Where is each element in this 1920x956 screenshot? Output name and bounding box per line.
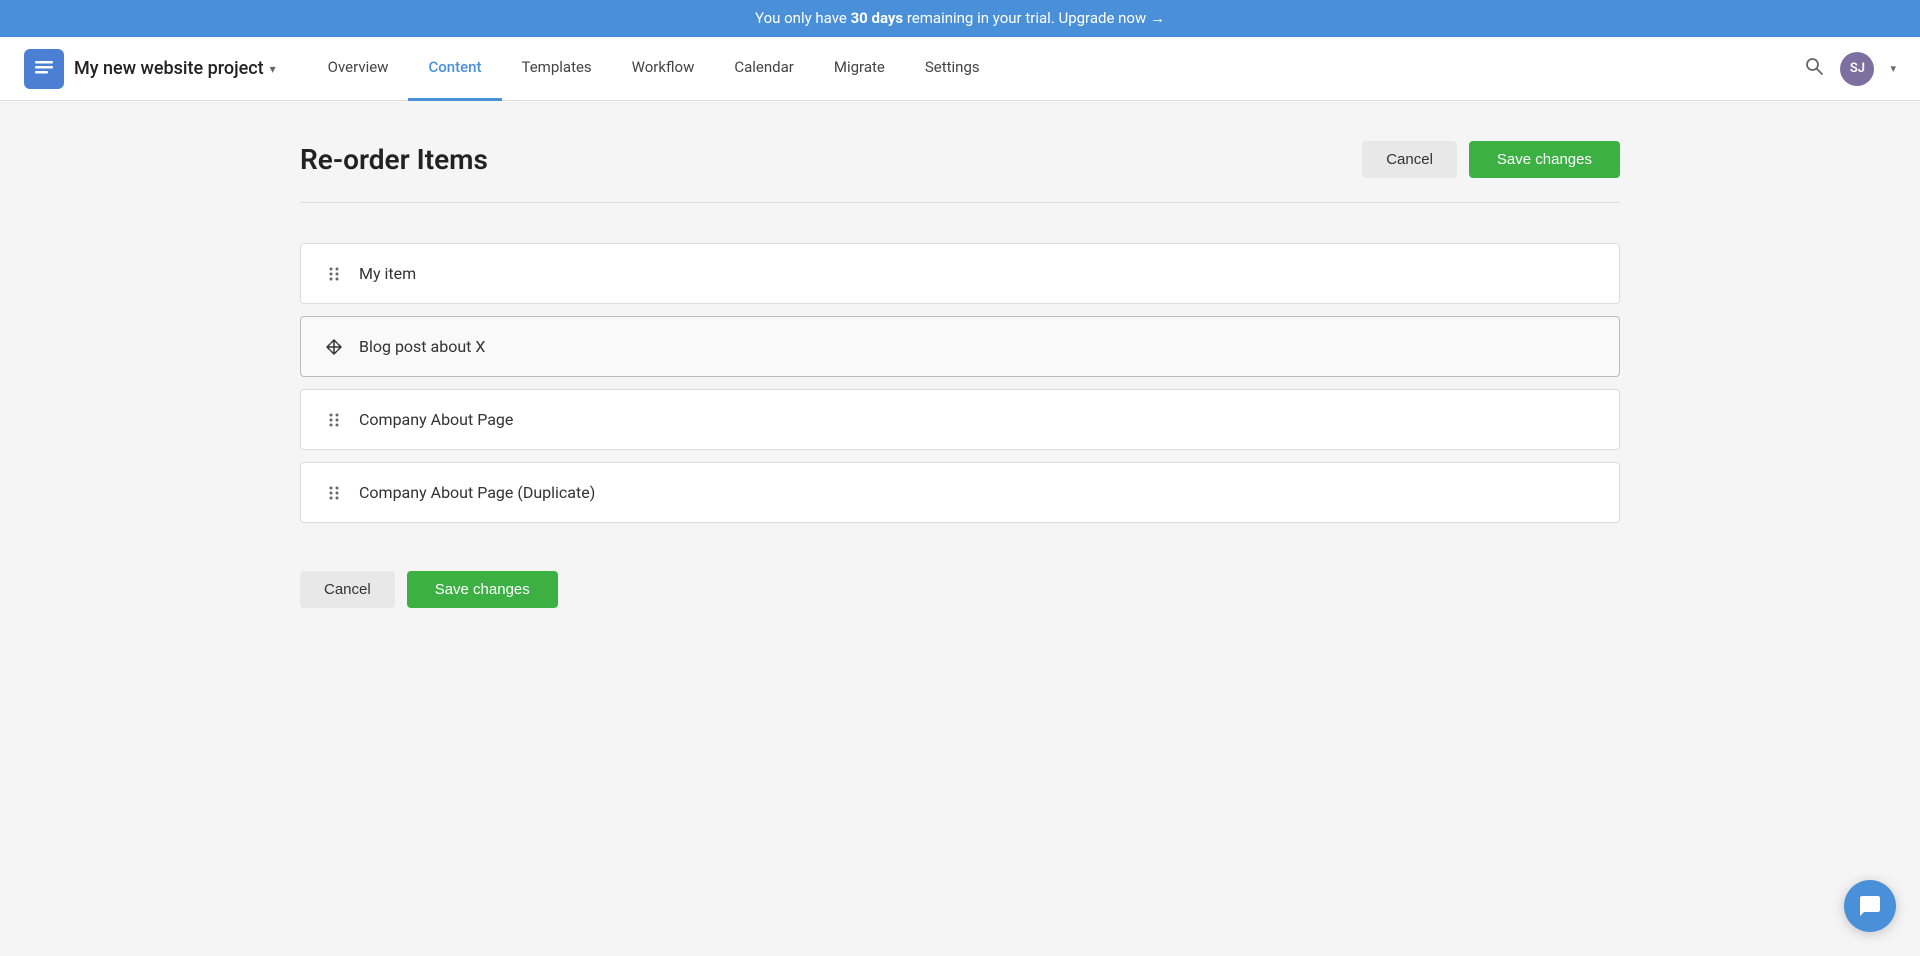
logo-area: My new website project ▾ — [24, 49, 276, 89]
logo-icon — [24, 49, 64, 89]
nav-item-calendar[interactable]: Calendar — [714, 37, 814, 101]
nav-item-templates[interactable]: Templates — [502, 37, 612, 101]
save-changes-button-bottom[interactable]: Save changes — [407, 571, 558, 608]
header-right: SJ ▾ — [1804, 52, 1896, 86]
divider — [300, 202, 1620, 203]
nav-item-content[interactable]: Content — [408, 37, 501, 101]
search-icon[interactable] — [1804, 56, 1824, 81]
page-title: Re-order Items — [300, 143, 488, 176]
banner-highlight: 30 days — [851, 9, 904, 27]
chat-widget[interactable] — [1844, 880, 1896, 932]
page-header: Re-order Items Cancel Save changes — [300, 141, 1620, 178]
nav-item-settings[interactable]: Settings — [905, 37, 1000, 101]
banner-suffix: remaining in your trial. Upgrade now → — [903, 9, 1165, 27]
header-actions: Cancel Save changes — [1362, 141, 1620, 178]
list-item-label: Company About Page (Duplicate) — [359, 483, 595, 502]
bottom-actions: Cancel Save changes — [300, 571, 1620, 608]
items-list: My item Blog post about X — [300, 243, 1620, 523]
drag-handle-icon[interactable] — [325, 338, 343, 356]
list-item-label: My item — [359, 264, 416, 283]
main-content: Re-order Items Cancel Save changes My it… — [240, 101, 1680, 648]
save-changes-button-top[interactable]: Save changes — [1469, 141, 1620, 178]
nav-item-workflow[interactable]: Workflow — [612, 37, 715, 101]
header: My new website project ▾ Overview Conten… — [0, 37, 1920, 101]
list-item[interactable]: Blog post about X — [300, 316, 1620, 377]
cancel-button-top[interactable]: Cancel — [1362, 141, 1457, 178]
nav-item-migrate[interactable]: Migrate — [814, 37, 905, 101]
main-nav: Overview Content Templates Workflow Cale… — [308, 37, 1805, 101]
project-name[interactable]: My new website project ▾ — [74, 58, 276, 79]
list-item[interactable]: Company About Page (Duplicate) — [300, 462, 1620, 523]
list-item[interactable]: Company About Page — [300, 389, 1620, 450]
list-item[interactable]: My item — [300, 243, 1620, 304]
list-item-label: Blog post about X — [359, 337, 485, 356]
avatar-chevron[interactable]: ▾ — [1890, 62, 1896, 75]
banner-prefix: You only have — [755, 9, 851, 27]
trial-banner: You only have 30 days remaining in your … — [0, 0, 1920, 37]
drag-handle-icon[interactable] — [325, 484, 343, 502]
avatar[interactable]: SJ — [1840, 52, 1874, 86]
cancel-button-bottom[interactable]: Cancel — [300, 571, 395, 608]
drag-handle-icon[interactable] — [325, 265, 343, 283]
nav-item-overview[interactable]: Overview — [308, 37, 409, 101]
drag-handle-icon[interactable] — [325, 411, 343, 429]
project-dropdown-chevron: ▾ — [270, 62, 276, 76]
list-item-label: Company About Page — [359, 410, 513, 429]
